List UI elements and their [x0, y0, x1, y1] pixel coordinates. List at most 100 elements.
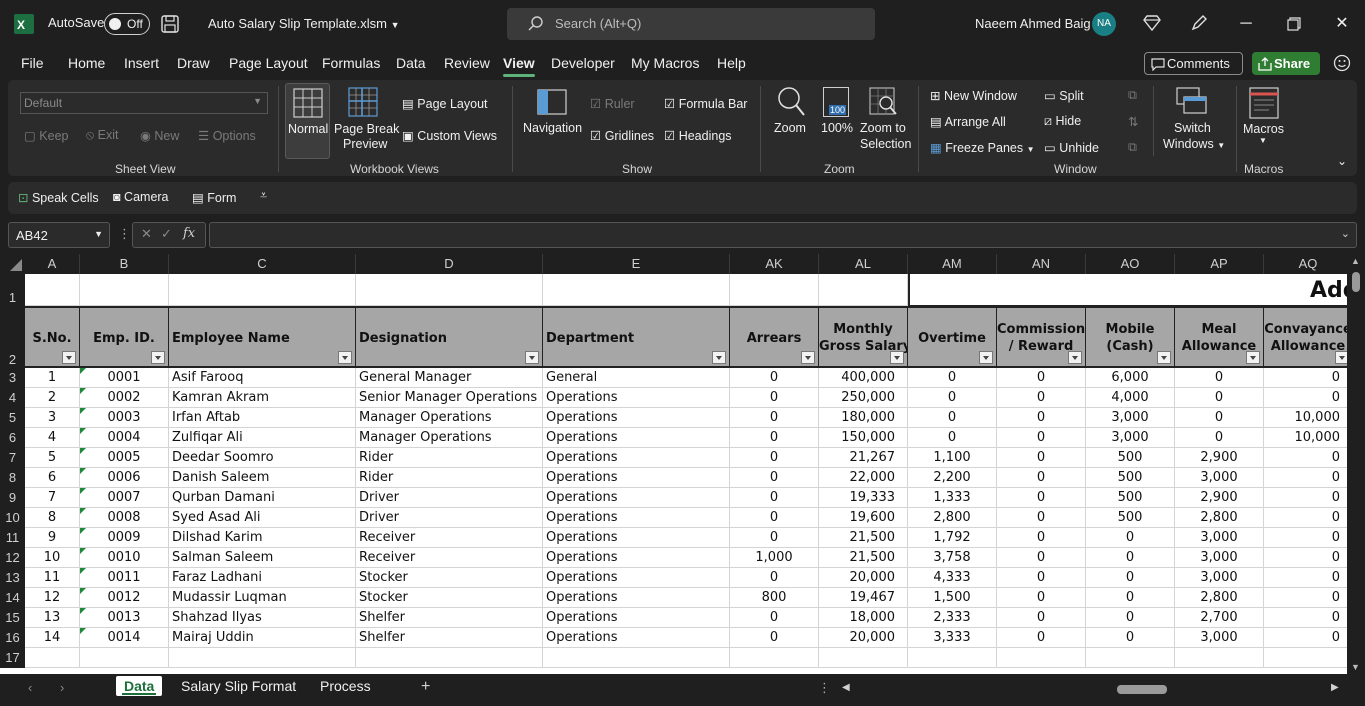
cell[interactable] — [819, 274, 908, 306]
cell[interactable]: Operations — [543, 528, 730, 548]
cell[interactable]: 0 — [1264, 448, 1353, 468]
column-header[interactable]: AM — [908, 254, 997, 274]
cell[interactable]: 0004 — [80, 428, 169, 448]
cell[interactable]: 0 — [1264, 508, 1353, 528]
cell[interactable]: 21,267 — [819, 448, 908, 468]
cell[interactable]: Shelfer — [356, 608, 543, 628]
cell[interactable]: 3,000 — [1175, 548, 1264, 568]
cell[interactable]: Manager Operations — [356, 428, 543, 448]
tab-view[interactable]: View — [503, 55, 535, 77]
cell[interactable]: 0 — [997, 468, 1086, 488]
formula-bar-checkbox[interactable]: ☑ Formula Bar — [664, 96, 747, 111]
zoom-100-button[interactable]: 100% — [821, 121, 853, 135]
cell[interactable]: 1,792 — [908, 528, 997, 548]
cell[interactable]: 500 — [1086, 488, 1175, 508]
new-sheet-view-button[interactable]: ◉ New — [140, 128, 179, 143]
cell[interactable]: 0 — [1086, 548, 1175, 568]
cell[interactable]: 0007 — [80, 488, 169, 508]
cell[interactable]: Manager Operations — [356, 408, 543, 428]
zoom-to-selection-button[interactable]: Zoom to — [860, 121, 906, 135]
row-header[interactable]: 4 — [0, 388, 25, 408]
column-header[interactable]: C — [169, 254, 356, 274]
feedback-smiley-icon[interactable] — [1333, 54, 1351, 72]
cell[interactable]: 0 — [730, 568, 819, 588]
cell[interactable]: 150,000 — [819, 428, 908, 448]
cell[interactable]: 0006 — [80, 468, 169, 488]
cell[interactable]: Faraz Ladhani — [169, 568, 356, 588]
cell[interactable]: 3,000 — [1086, 428, 1175, 448]
cell[interactable]: Qurban Damani — [169, 488, 356, 508]
cell[interactable]: Mairaj Uddin — [169, 628, 356, 648]
cell[interactable] — [1264, 648, 1353, 668]
cell[interactable]: 3,000 — [1175, 468, 1264, 488]
scroll-right-icon[interactable]: ▶ — [1331, 682, 1339, 693]
error-indicator-icon[interactable] — [80, 568, 86, 574]
cell[interactable]: 21,500 — [819, 528, 908, 548]
sheet-tab-salary-slip-format[interactable]: Salary Slip Format — [181, 678, 296, 694]
cell[interactable]: 0 — [1086, 528, 1175, 548]
cell[interactable]: 2,800 — [908, 508, 997, 528]
row-header[interactable]: 13 — [0, 568, 25, 588]
cell[interactable] — [543, 274, 730, 306]
user-name[interactable]: Naeem Ahmed Baig — [975, 16, 1091, 31]
error-indicator-icon[interactable] — [80, 468, 86, 474]
cell[interactable]: 0 — [730, 508, 819, 528]
cell[interactable] — [25, 274, 80, 306]
cell[interactable]: 0 — [997, 428, 1086, 448]
row-header[interactable]: 12 — [0, 548, 25, 568]
sheet-view-dropdown[interactable]: Default ▼ — [20, 92, 268, 114]
cell[interactable] — [356, 648, 543, 668]
ruler-checkbox[interactable]: ☑ Ruler — [590, 96, 635, 111]
customize-qat-icon[interactable]: ⩡ — [260, 188, 267, 203]
row-header[interactable]: 10 — [0, 508, 25, 528]
sheet-section-title[interactable]: Add — [908, 274, 1365, 306]
name-box[interactable]: AB42 ▼ — [8, 222, 110, 248]
cell[interactable]: Salman Saleem — [169, 548, 356, 568]
cell[interactable]: 19,467 — [819, 588, 908, 608]
cell[interactable]: 0 — [1264, 388, 1353, 408]
cell[interactable]: 0 — [908, 408, 997, 428]
search-box[interactable]: Search (Alt+Q) — [507, 8, 875, 40]
cell[interactable]: 500 — [1086, 508, 1175, 528]
tab-file[interactable]: File — [21, 55, 44, 71]
error-indicator-icon[interactable] — [80, 588, 86, 594]
cell[interactable]: 0 — [997, 368, 1086, 388]
scroll-up-icon[interactable]: ▲ — [1351, 256, 1360, 266]
cell[interactable]: 10 — [25, 548, 80, 568]
cell[interactable]: Receiver — [356, 548, 543, 568]
speak-cells-button[interactable]: ⊡ Speak Cells — [18, 190, 99, 205]
tab-data[interactable]: Data — [396, 55, 426, 71]
cell[interactable]: 0 — [908, 428, 997, 448]
row-header[interactable]: 3 — [0, 368, 25, 388]
table-header-cell[interactable]: Overtime — [908, 306, 997, 368]
cell[interactable]: Deedar Soomro — [169, 448, 356, 468]
macros-button[interactable]: Macros — [1243, 122, 1284, 136]
cell[interactable]: 400,000 — [819, 368, 908, 388]
filter-dropdown-icon[interactable] — [890, 351, 904, 364]
column-header[interactable]: AP — [1175, 254, 1264, 274]
cell[interactable]: 21,500 — [819, 548, 908, 568]
cell[interactable] — [819, 648, 908, 668]
cell[interactable]: 0 — [730, 428, 819, 448]
collapse-ribbon-icon[interactable]: ⌄ — [1337, 154, 1347, 168]
cell[interactable]: 800 — [730, 588, 819, 608]
cell[interactable]: 0 — [1175, 368, 1264, 388]
cell[interactable]: 0 — [997, 528, 1086, 548]
cell[interactable]: Operations — [543, 408, 730, 428]
normal-view-button[interactable]: Normal — [285, 83, 330, 159]
cell[interactable]: 0 — [730, 388, 819, 408]
error-indicator-icon[interactable] — [80, 488, 86, 494]
cell[interactable]: 0 — [730, 488, 819, 508]
tab-developer[interactable]: Developer — [551, 55, 615, 71]
cell[interactable]: 4,333 — [908, 568, 997, 588]
cell[interactable]: 9 — [25, 528, 80, 548]
cell[interactable]: 250,000 — [819, 388, 908, 408]
table-header-cell[interactable]: Commission / Reward — [997, 306, 1086, 368]
cell[interactable]: Operations — [543, 628, 730, 648]
vertical-scroll-thumb[interactable] — [1352, 272, 1360, 292]
diamond-icon[interactable] — [1143, 14, 1161, 32]
row-header[interactable]: 6 — [0, 428, 25, 448]
table-header-cell[interactable]: Meal Allowance — [1175, 306, 1264, 368]
cell[interactable]: Operations — [543, 388, 730, 408]
enter-check-icon[interactable]: ✓ — [161, 226, 172, 242]
